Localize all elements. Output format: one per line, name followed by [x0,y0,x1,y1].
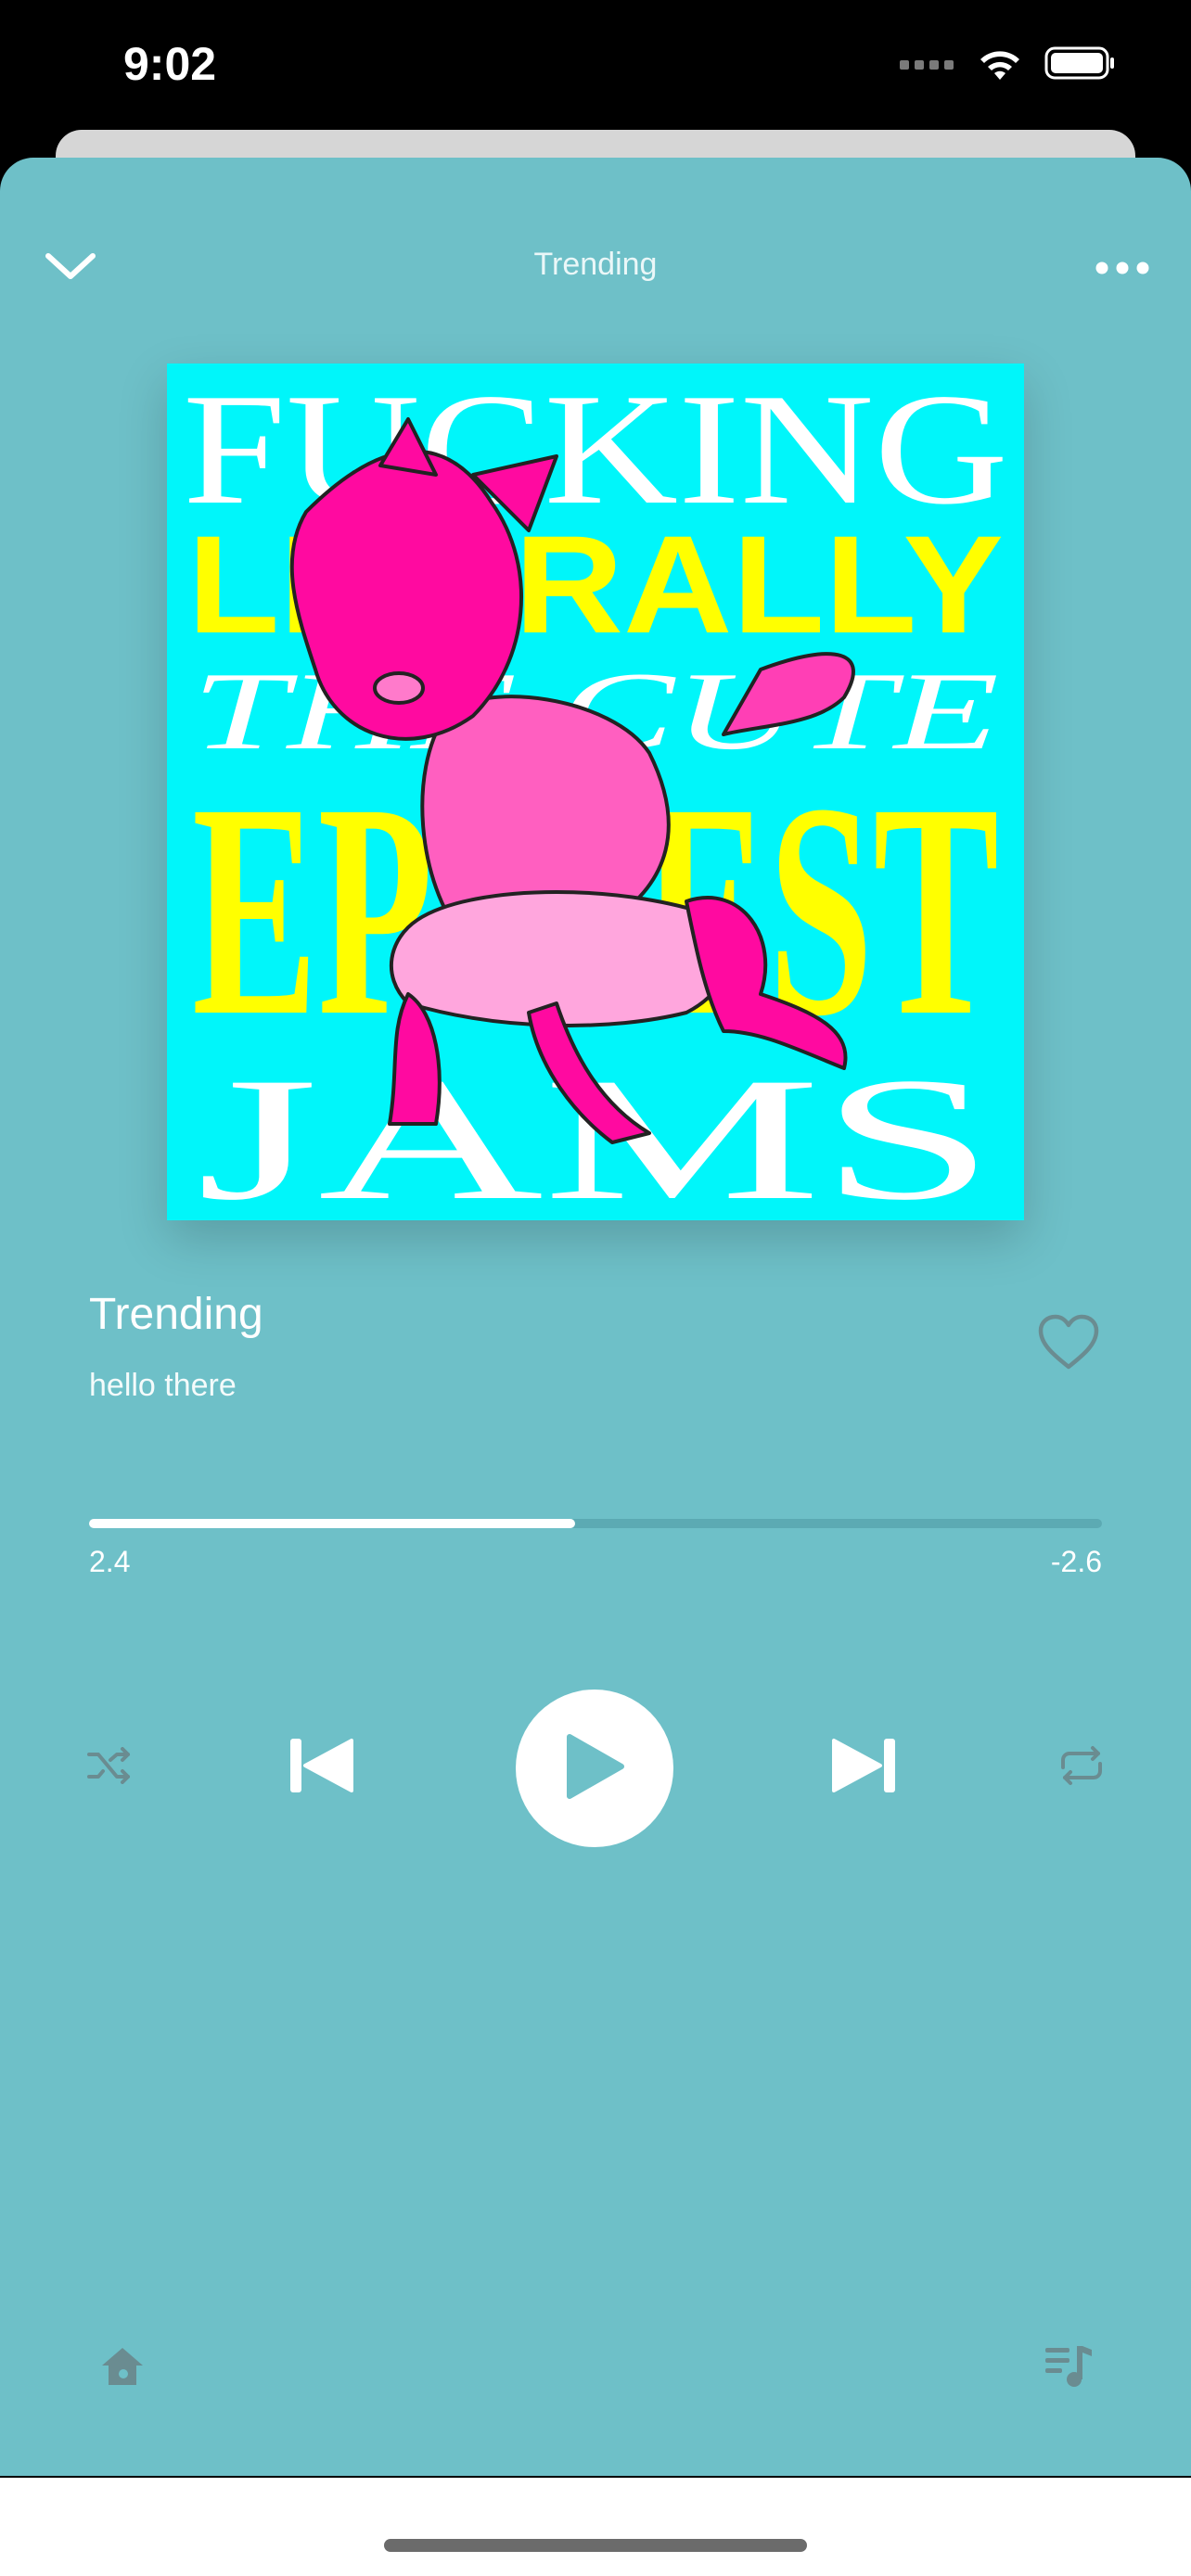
track-artist: hello there [89,1368,237,1403]
now-playing-sheet: Trending FUCKING LITERALLY THE CUTE EPIC… [0,158,1191,2476]
play-button[interactable] [516,1690,673,1847]
progress-fill [89,1519,576,1528]
home-icon [99,2345,146,2392]
queue-music-icon [1044,2342,1094,2395]
home-button[interactable] [93,2342,152,2394]
track-title: Trending [89,1290,263,1339]
remaining-time: -2.6 [1050,1545,1102,1578]
home-indicator-area [0,2478,1191,2576]
status-time: 9:02 [123,38,217,90]
header-title: Trending [533,247,658,282]
status-bar: 9:02 [0,0,1191,139]
skip-previous-icon [287,1735,355,1801]
more-button[interactable] [1085,247,1159,293]
progress-bar[interactable] [89,1519,1102,1528]
previous-button[interactable] [284,1732,358,1803]
wifi-icon [976,45,1024,86]
repeat-button[interactable] [1052,1741,1111,1793]
home-indicator[interactable] [384,2539,807,2552]
album-artwork-image: FUCKING LITERALLY THE CUTE EPICEST JAMS [167,363,1024,1220]
skip-next-icon [830,1735,899,1801]
signal-icon [900,57,955,74]
status-icons [900,45,1117,86]
shuffle-icon [85,1746,134,1789]
repeat-icon [1057,1745,1106,1791]
shuffle-button[interactable] [80,1741,139,1793]
more-icon [1095,261,1150,280]
battery-icon [1044,46,1117,84]
heart-icon [1036,1313,1101,1377]
play-icon [562,1731,627,1806]
favorite-button[interactable] [1031,1309,1106,1380]
elapsed-time: 2.4 [89,1545,131,1578]
album-artwork: FUCKING LITERALLY THE CUTE EPICEST JAMS [167,363,1024,1220]
next-button[interactable] [827,1732,902,1803]
queue-button[interactable] [1039,2340,1098,2396]
artwork-line-5: JAMS [197,1042,994,1220]
